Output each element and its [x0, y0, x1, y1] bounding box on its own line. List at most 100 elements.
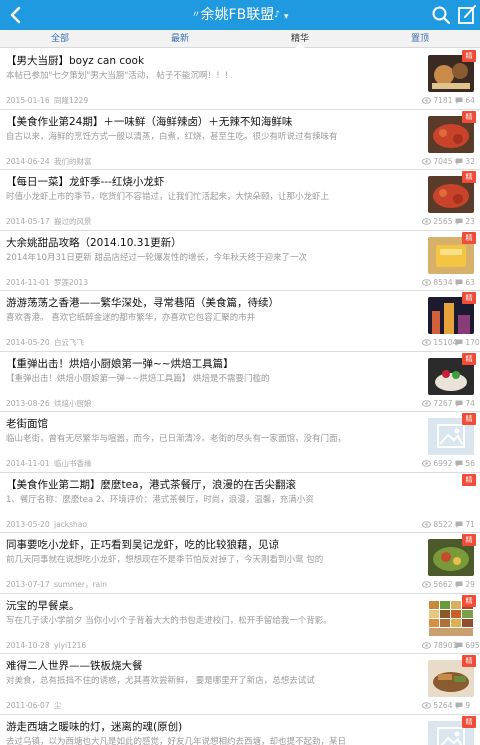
title-deco-right: ♪: [274, 10, 280, 20]
post-date: 2013-07-17: [6, 580, 50, 589]
view-count-value: 5662: [433, 580, 453, 589]
post-row[interactable]: 难得二人世界——铁板烧大餐 对美食，总有抵挡不住的诱惑，尤其喜欢尝新鲜， 要是哪里…: [0, 654, 480, 715]
eye-icon: [422, 339, 431, 346]
featured-badge: 精: [462, 231, 476, 244]
comment-icon: [455, 581, 463, 588]
top-bar: 〃余姚FB联盟♪ ▾: [0, 0, 480, 30]
comment-icon: [455, 400, 463, 407]
featured-badge: 精: [462, 715, 476, 728]
view-count: 78901: [422, 641, 457, 651]
post-summary: 写在几子读小学前夕 当你小小个子背着大大的书包走进校门，松开手留给我一个背影。: [6, 615, 332, 626]
comment-icon: [455, 460, 463, 467]
view-count-value: 7181: [433, 96, 453, 105]
post-title: 老街面馆: [6, 418, 48, 430]
post-summary: 喜欢香港。 喜欢它纸醉金迷的都市繁华，亦喜欢它包容汇聚的市井: [6, 313, 256, 323]
tab-latest[interactable]: 最新: [120, 30, 240, 48]
post-row[interactable]: 【每日一菜】龙虾季---红烧小龙虾时值小龙虾上市的季节，吃货们不容错过，让我们忙…: [0, 170, 480, 231]
featured-badge: 精: [462, 473, 476, 486]
view-count: 8534: [422, 278, 452, 288]
tab-pinned[interactable]: 置顶: [360, 30, 480, 48]
post-date: 2011-06-07: [6, 701, 50, 710]
eye-icon: [422, 278, 431, 286]
post-row[interactable]: 游游荡荡之香港——繁华深处，寻常巷陌（美食篇，待续） 喜欢香港。 喜欢它纸醉金迷的…: [0, 291, 480, 352]
reply-count-value: 74: [465, 398, 475, 408]
view-count: 15104: [422, 338, 457, 348]
title-deco-left: 〃: [191, 10, 201, 20]
eye-icon: [422, 520, 431, 528]
post-author: yiyi1216: [54, 640, 87, 650]
reply-count: 23: [455, 217, 475, 227]
comment-icon: [455, 339, 463, 346]
post-author: 罗莲2013: [54, 277, 89, 287]
post-row[interactable]: 【男大当厨】boyz can cook 本帖已参加"七夕策划"男大当厨"活动， 帖…: [0, 49, 480, 110]
post-title: 【美食作业第24期】＋一味鲜（海鲜辣卤）＋无辣不知海鲜味: [6, 115, 293, 128]
post-row[interactable]: 【美食作业第24期】＋一味鲜（海鲜辣卤）＋无辣不知海鲜味 自古以来，海鲜的烹饪方式…: [0, 110, 480, 170]
post-row[interactable]: 大余姚甜品攻略（2014.10.31更新） 2014年10月31日更新 甜品店经过…: [0, 231, 480, 291]
post-summary: 本帖已参加"七夕策划"男大当厨"活动， 帖子不能沉啊！！！: [6, 71, 233, 81]
featured-badge: 精: [462, 171, 476, 183]
post-summary: 临山老街，曾有无尽繁华与喧嚣，而今，已日渐清冷。老街的尽头有一家面馆，没有门面，: [6, 434, 347, 444]
reply-count: 71: [455, 520, 475, 530]
post-row[interactable]: 沅宝的早餐桌。写在几子读小学前夕 当你小小个子背着大大的书包走进校门，松开手留给…: [0, 594, 480, 654]
search-button[interactable]: [431, 5, 451, 25]
view-count-value: 6992: [433, 459, 453, 468]
view-count-value: 8522: [433, 519, 453, 529]
post-author: 尘: [54, 701, 62, 710]
filter-tabs: 全部 最新 精华 置顶: [0, 30, 480, 49]
forum-title-dropdown[interactable]: 〃余姚FB联盟♪ ▾: [0, 5, 480, 27]
featured-badge: 精: [462, 655, 476, 667]
view-count-value: 7045: [433, 156, 453, 166]
reply-count: 63: [455, 278, 475, 288]
reply-count: 32: [455, 157, 475, 167]
post-title: 【每日一菜】龙虾季---红烧小龙虾: [6, 176, 165, 188]
reply-count-value: 29: [465, 580, 475, 589]
reply-count-value: 71: [465, 519, 475, 529]
post-title: 沅宝的早餐桌。: [6, 599, 80, 612]
comment-icon: [455, 702, 463, 709]
comment-icon: [455, 279, 463, 286]
post-row[interactable]: 老街面馆临山老街，曾有无尽繁华与喧嚣，而今，已日渐清冷。老街的尽头有一家面馆，没…: [0, 412, 480, 473]
reply-count-value: 64: [465, 96, 475, 105]
post-title: 【美食作业第二期】麼麼tea，港式茶餐厅，浪漫的在舌尖翻滚: [6, 478, 297, 491]
reply-count: 170: [455, 338, 480, 348]
tab-featured[interactable]: 精华: [240, 30, 360, 49]
post-row[interactable]: 同事要吃小龙虾，正巧看到吴记龙虾，吃的比较狼藉，见谅前几天同事就在说想吃小龙虾，…: [0, 533, 480, 594]
page-title: 余姚FB联盟: [200, 7, 275, 23]
post-author: summer，rain: [54, 580, 107, 589]
post-summary: 对美食，总有抵挡不住的诱惑，尤其喜欢尝新鲜， 要是哪里开了新店，总想去试试: [6, 676, 315, 686]
post-title: 大余姚甜品攻略（2014.10.31更新）: [6, 236, 182, 249]
post-summary: 前几天同事就在说想吃小龙虾，想想现在不是季节怕反对掉了，今天刚看到小鸳 包的: [6, 555, 324, 565]
post-row[interactable]: 【美食作业第二期】麼麼tea，港式茶餐厅，浪漫的在舌尖翻滚 1、餐厅名称：麼麼te…: [0, 473, 480, 533]
view-count-value: 2565: [433, 217, 453, 226]
featured-badge: 精: [462, 292, 476, 304]
reply-count-value: 9: [465, 701, 471, 710]
post-date: 2014-05-17: [6, 217, 50, 226]
edit-icon: [458, 5, 476, 24]
view-count-value: 78901: [433, 640, 458, 650]
view-count: 5662: [422, 580, 452, 590]
reply-count-value: 23: [465, 217, 475, 226]
post-date: 2013-08-26: [6, 398, 50, 408]
post-summary: 【重弹出击！烘焙小厨娘第一弹~~烘焙工具篇】 烘焙是不需要门槛的: [6, 373, 270, 384]
post-title: 游游荡荡之香港——繁华深处，寻常巷陌（美食篇，待续）: [6, 297, 279, 309]
view-count: 2565: [422, 217, 452, 227]
post-row[interactable]: 【重弹出击！烘焙小厨娘第一弹~~烘焙工具篇】 【重弹出击！烘焙小厨娘第一弹~~烘焙…: [0, 352, 480, 412]
post-summary: 时值小龙虾上市的季节，吃货们不容错过，让我们忙活起来，大快朵颐，让那小龙虾上: [6, 192, 330, 202]
featured-badge: 精: [462, 50, 476, 62]
post-title: 【男大当厨】boyz can cook: [6, 55, 145, 67]
post-list: 【男大当厨】boyz can cook 本帖已参加"七夕策划"男大当厨"活动， 帖…: [0, 49, 480, 745]
post-date: 2014-05-20: [6, 338, 50, 347]
compose-button[interactable]: [457, 4, 477, 26]
post-title: 同事要吃小龙虾，正巧看到吴记龙虾，吃的比较狼藉，见谅: [6, 539, 279, 551]
eye-icon: [422, 97, 431, 104]
post-row[interactable]: 游走西塘之暖味的灯，迷离的魂(原创) 去过乌镇，以为西塘也大凡是如此的感觉，好友几…: [0, 715, 480, 745]
eye-icon: [422, 460, 431, 467]
reply-count: 56: [455, 459, 475, 469]
comment-icon: [455, 158, 463, 165]
view-count: 8522: [422, 520, 452, 530]
tab-all[interactable]: 全部: [0, 30, 120, 48]
featured-badge: 精: [462, 413, 476, 425]
reply-count: 9: [455, 701, 470, 711]
post-author: 我们的财富: [54, 156, 92, 166]
view-count-value: 8534: [433, 277, 453, 287]
